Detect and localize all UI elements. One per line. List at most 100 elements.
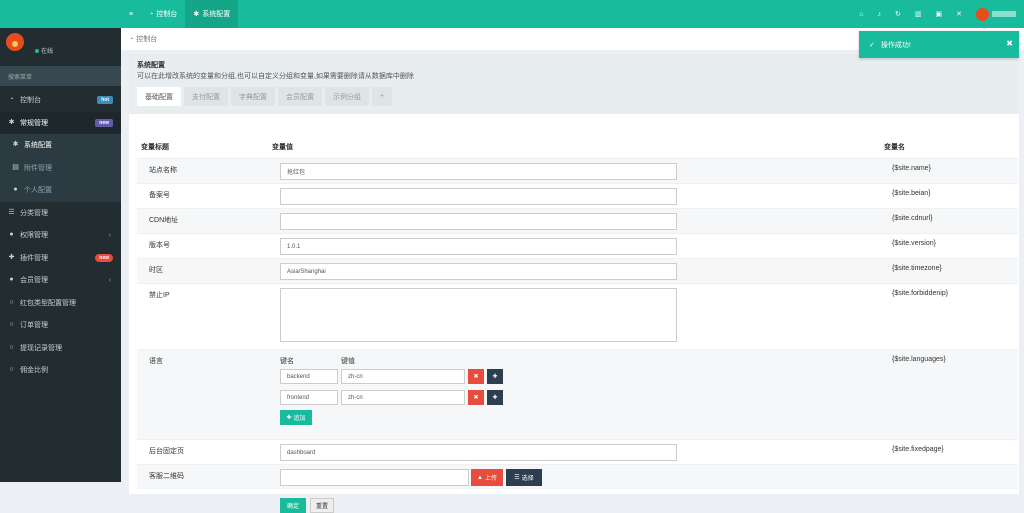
sidebar-item-auth[interactable]: ● 权限管理 ‹ <box>0 224 121 247</box>
sidebar-item-label: 附件管理 <box>24 164 52 172</box>
row-label: 版本号 <box>149 242 170 249</box>
new-badge: new <box>95 118 113 127</box>
drag-button[interactable]: ✚ <box>487 369 503 384</box>
list-icon: ☰ <box>8 208 15 216</box>
qrcode-input[interactable] <box>280 469 469 486</box>
config-panel: 系统配置 可以在此增改系统的变量和分组,也可以自定义分组和变量,如果需要删除请从… <box>129 54 1019 513</box>
user-icon: ● <box>13 186 18 194</box>
sidebar-item-withdraw[interactable]: ○ 提现记录管理 <box>0 337 121 360</box>
remove-button[interactable]: ✖ <box>468 369 484 384</box>
choose-button[interactable]: ☰ 选择 <box>506 469 542 486</box>
bell-icon[interactable]: ♪ <box>878 11 882 18</box>
upload-icon: ▲ <box>477 474 483 481</box>
success-toast: ✓ 操作成功! ✖ <box>859 31 1019 58</box>
table-row: 版本号 1.0.1 {$site.version} <box>137 233 1018 258</box>
tab-member[interactable]: 会员配置 <box>278 87 322 106</box>
col-value: 变量值 <box>272 144 293 151</box>
site-name-input[interactable]: 抢红包 <box>280 163 677 180</box>
table-row: 禁止IP {$site.forbiddenip} <box>137 283 1018 349</box>
col-title: 变量标题 <box>141 144 169 151</box>
sidebar-item-order[interactable]: ○ 订单管理 <box>0 314 121 337</box>
toast-message: 操作成功! <box>880 41 911 49</box>
sidebar-item-label: 佣金比例 <box>20 367 48 375</box>
language-icon[interactable]: ▣ <box>936 10 943 18</box>
sidebar-item-general[interactable]: ✱ 常规管理 new <box>0 111 121 134</box>
row-label: 语言 <box>149 358 163 365</box>
bars-icon: ≡ <box>129 10 134 18</box>
sidebar-search-input[interactable]: 搜索菜单 <box>0 66 121 86</box>
hot-badge: hot <box>97 96 113 105</box>
avatar[interactable] <box>6 33 24 51</box>
sidebar-item-label: 权限管理 <box>20 232 48 240</box>
append-button[interactable]: ✚ 追加 <box>280 410 312 425</box>
row-label: CDN地址 <box>149 217 179 224</box>
sidebar-item-profile[interactable]: ● 个人配置 <box>0 179 121 202</box>
avatar <box>976 7 989 21</box>
fullscreen-icon[interactable]: ✕ <box>956 10 962 18</box>
row-label: 时区 <box>149 267 163 274</box>
value-header: 键值 <box>341 358 355 365</box>
sidebar-item-user[interactable]: ● 会员管理 ‹ <box>0 269 121 292</box>
timezone-input[interactable]: Asia/Shanghai <box>280 263 677 280</box>
language-value-input[interactable]: zh-cn <box>341 390 465 405</box>
language-key-input[interactable]: backend <box>280 369 338 384</box>
sidebar-item-category[interactable]: ☰ 分类管理 <box>0 202 121 225</box>
cog-icon: ✱ <box>8 118 15 126</box>
tab-config[interactable]: ✱ 系统配置 <box>185 0 239 28</box>
circle-icon: ○ <box>9 321 14 329</box>
sidebar-item-commission[interactable]: ○ 佣金比例 <box>0 359 121 382</box>
close-icon[interactable]: ✖ <box>1006 39 1013 48</box>
row-label: 禁止IP <box>149 292 170 299</box>
sidebar-item-label: 控制台 <box>20 97 41 105</box>
upload-button[interactable]: ▲ 上传 <box>471 469 503 486</box>
row-var: {$site.beian} <box>892 190 931 197</box>
chevron-left-icon: ‹ <box>108 276 111 284</box>
tab-dashboard[interactable]: ◔ 控制台 <box>141 0 185 28</box>
home-icon[interactable]: ⌂ <box>859 11 863 18</box>
refresh-icon[interactable]: ↻ <box>895 10 901 18</box>
sidebar-item-config[interactable]: ✱ 系统配置 <box>0 134 121 157</box>
content: ◔ 控制台 系统配置 可以在此增改系统的变量和分组,也可以自定义分组和变量,如果… <box>121 28 1024 513</box>
users-icon: ● <box>9 276 14 284</box>
sidebar-item-redpacket[interactable]: ○ 红包类型配置管理 <box>0 292 121 315</box>
dashboard-icon: ◔ <box>9 96 14 104</box>
row-var: {$site.version} <box>892 240 936 247</box>
tab-dictionary[interactable]: 字典配置 <box>231 87 275 106</box>
move-icon: ✚ <box>492 374 498 380</box>
user-menu[interactable] <box>976 7 1016 21</box>
language-value-input[interactable]: zh-cn <box>341 369 465 384</box>
table-row: CDN地址 {$site.cdnurl} <box>137 208 1018 233</box>
sidebar-item-addon[interactable]: ✚ 插件管理 new <box>0 247 121 270</box>
tab-label: 控制台 <box>156 11 178 18</box>
dashboard-icon: ◔ <box>129 35 134 43</box>
submit-button[interactable]: 确定 <box>280 498 306 513</box>
remove-button[interactable]: ✖ <box>468 390 484 405</box>
sidebar-item-label: 会员管理 <box>20 277 48 285</box>
config-tabs: 基础配置 支付配置 字典配置 会员配置 示例分组 + <box>137 87 393 106</box>
add-tab-button[interactable]: + <box>372 87 393 106</box>
list-icon: ☰ <box>514 475 520 481</box>
sidebar: 在线 搜索菜单 ◔ 控制台 hot ✱ 常规管理 new ✱ 系统配置 ▤ 附件管理 ● 个人… <box>0 0 121 482</box>
version-input[interactable]: 1.0.1 <box>280 238 677 255</box>
new-badge: new <box>95 253 113 262</box>
cdnurl-input[interactable] <box>280 213 677 230</box>
forbiddenip-textarea[interactable] <box>280 288 677 342</box>
tab-basic[interactable]: 基础配置 <box>137 87 181 106</box>
reset-button[interactable]: 重置 <box>310 498 334 513</box>
menu-toggle[interactable]: ≡ <box>121 0 141 28</box>
dashboard-icon: ◔ <box>149 10 154 18</box>
sidebar-item-dashboard[interactable]: ◔ 控制台 hot <box>0 89 121 112</box>
language-key-input[interactable]: frontend <box>280 390 338 405</box>
tab-payment[interactable]: 支付配置 <box>184 87 228 106</box>
group-icon: ● <box>9 231 14 239</box>
trash-icon[interactable]: ▥ <box>915 10 922 18</box>
check-icon: ✓ <box>869 41 875 49</box>
breadcrumb-label[interactable]: 控制台 <box>136 34 157 44</box>
drag-button[interactable]: ✚ <box>487 390 503 405</box>
table-row: 备案号 {$site.beian} <box>137 183 1018 208</box>
tab-example[interactable]: 示例分组 <box>325 87 369 106</box>
fixedpage-input[interactable]: dashboard <box>280 444 677 461</box>
logo-bar <box>0 0 121 28</box>
beian-input[interactable] <box>280 188 677 205</box>
sidebar-item-attachment[interactable]: ▤ 附件管理 <box>0 156 121 179</box>
